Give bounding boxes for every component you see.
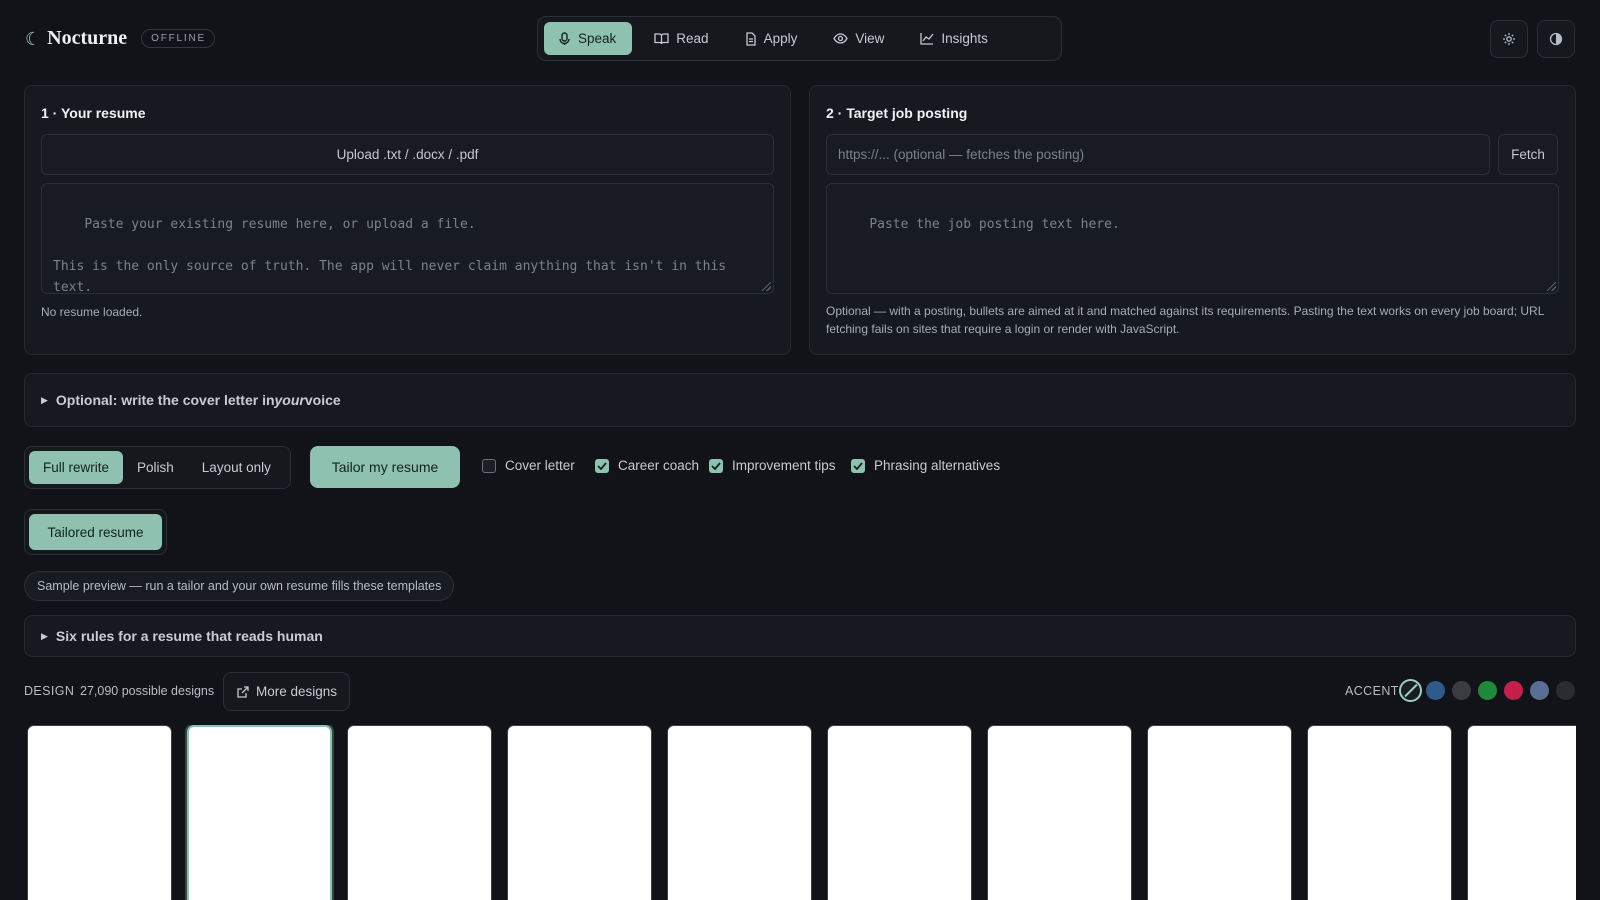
gear-icon xyxy=(1503,33,1515,45)
design-templates xyxy=(26,725,1576,900)
accent-swatch[interactable] xyxy=(1426,681,1445,700)
mode-full-rewrite[interactable]: Full rewrite xyxy=(29,451,124,484)
nav-apply[interactable]: Apply xyxy=(731,22,812,55)
mode-polish[interactable]: Polish xyxy=(123,451,188,484)
more-designs-button[interactable]: More designs xyxy=(223,672,350,711)
resize-handle[interactable] xyxy=(762,282,771,291)
six-rules-toggle[interactable]: ▶ Six rules for a resume that reads huma… xyxy=(24,615,1576,657)
improvement-tips-checkbox[interactable]: Improvement tips xyxy=(709,458,836,473)
sample-preview-note: Sample preview — run a tailor and your o… xyxy=(24,571,455,601)
shuffle-icon xyxy=(237,685,249,698)
nav-apply-label: Apply xyxy=(763,31,798,46)
design-template-thumbnail[interactable] xyxy=(347,725,492,900)
design-template-thumbnail[interactable] xyxy=(827,725,972,900)
mode-layout-only[interactable]: Layout only xyxy=(188,451,285,484)
cover-letter-prefix: Optional: write the cover letter in xyxy=(55,392,275,408)
cover-letter-emphasis: your xyxy=(274,392,305,408)
nav-insights[interactable]: Insights xyxy=(906,22,1002,55)
more-designs-label: More designs xyxy=(255,684,338,699)
cover-letter-voice-toggle[interactable]: ▶ Optional: write the cover letter in yo… xyxy=(24,373,1576,427)
cover-letter-suffix: voice xyxy=(304,392,341,408)
tailor-resume-button[interactable]: Tailor my resume xyxy=(310,446,460,488)
cover-letter-checkbox[interactable]: Cover letter xyxy=(482,458,575,473)
nav-view[interactable]: View xyxy=(819,22,898,55)
upload-resume-button[interactable]: Upload .txt / .docx / .pdf xyxy=(41,134,774,175)
theme-toggle-button[interactable] xyxy=(1537,20,1575,58)
accent-swatch[interactable] xyxy=(1452,681,1471,700)
checkbox-unchecked-icon xyxy=(482,458,496,473)
moon-logo-icon: ☾ xyxy=(25,28,42,49)
design-template-thumbnail[interactable] xyxy=(507,725,652,900)
tab-tailored-resume[interactable]: Tailored resume xyxy=(29,514,162,550)
design-template-thumbnail[interactable] xyxy=(1467,725,1576,900)
accent-label: ACCENT xyxy=(1345,684,1399,698)
checkmark-icon xyxy=(851,458,865,473)
design-label: DESIGN xyxy=(24,684,75,698)
design-template-thumbnail[interactable] xyxy=(187,725,332,900)
accent-swatch[interactable] xyxy=(1556,681,1575,700)
nav-insights-label: Insights xyxy=(941,31,988,46)
design-template-thumbnail[interactable] xyxy=(1307,725,1452,900)
design-template-thumbnail[interactable] xyxy=(1147,725,1292,900)
app-name: Nocturne xyxy=(47,27,128,49)
job-posting-panel: 2 · Target job posting https://... (opti… xyxy=(809,85,1576,355)
app-header: ☾ Nocturne OFFLINE Speak Read Apply View… xyxy=(0,0,1600,78)
career-coach-checkbox[interactable]: Career coach xyxy=(595,458,699,473)
rewrite-mode-group: Full rewrite Polish Layout only xyxy=(24,446,291,489)
accent-swatch[interactable] xyxy=(1530,681,1549,700)
resume-panel-title: 1 · Your resume xyxy=(41,105,146,121)
chart-icon xyxy=(920,33,934,45)
design-count: 27,090 possible designs xyxy=(80,684,215,698)
eye-icon xyxy=(833,33,849,44)
career-coach-checkbox-label: Career coach xyxy=(618,458,700,473)
checkmark-icon xyxy=(709,458,723,473)
job-textarea-placeholder: Paste the job posting text here. xyxy=(869,217,1120,232)
nav-read[interactable]: Read xyxy=(640,22,722,55)
accent-swatch[interactable] xyxy=(1478,681,1497,700)
phrasing-alternatives-checkbox[interactable]: Phrasing alternatives xyxy=(851,458,1000,473)
brand: ☾ Nocturne OFFLINE xyxy=(25,27,215,50)
nav-read-label: Read xyxy=(676,31,709,46)
resume-status: No resume loaded. xyxy=(41,305,143,319)
six-rules-label: Six rules for a resume that reads human xyxy=(55,628,323,644)
phrasing-alternatives-checkbox-label: Phrasing alternatives xyxy=(874,458,1001,473)
checkmark-icon xyxy=(595,458,609,473)
resize-handle[interactable] xyxy=(1547,282,1556,291)
resume-textarea-placeholder: Paste your existing resume here, or uplo… xyxy=(53,217,727,295)
job-posting-textarea[interactable]: Paste the job posting text here. xyxy=(826,183,1559,294)
result-tabs: Tailored resume xyxy=(24,509,167,555)
job-posting-hint: Optional — with a posting, bullets are a… xyxy=(826,304,1544,336)
main-nav: Speak Read Apply View Insights xyxy=(537,16,1062,61)
offline-badge: OFFLINE xyxy=(141,29,215,48)
accent-swatch[interactable] xyxy=(1504,681,1523,700)
fetch-button[interactable]: Fetch xyxy=(1498,134,1558,175)
book-icon xyxy=(654,33,669,45)
job-panel-title: 2 · Target job posting xyxy=(826,105,968,121)
job-url-placeholder: https://... (optional — fetches the post… xyxy=(838,147,1085,162)
settings-button[interactable] xyxy=(1490,20,1528,58)
expand-triangle-icon: ▶ xyxy=(41,630,48,641)
improvement-tips-checkbox-label: Improvement tips xyxy=(732,458,836,473)
resume-textarea[interactable]: Paste your existing resume here, or uplo… xyxy=(41,183,774,295)
design-template-thumbnail[interactable] xyxy=(27,725,172,900)
expand-triangle-icon: ▶ xyxy=(41,394,48,405)
design-template-thumbnail[interactable] xyxy=(987,725,1132,900)
document-icon xyxy=(745,31,756,46)
contrast-icon xyxy=(1549,32,1563,46)
nav-speak-label: Speak xyxy=(578,31,617,46)
job-url-input[interactable]: https://... (optional — fetches the post… xyxy=(826,134,1490,175)
design-template-thumbnail[interactable] xyxy=(667,725,812,900)
microphone-icon xyxy=(559,31,570,45)
cover-letter-checkbox-label: Cover letter xyxy=(505,458,575,473)
nav-speak[interactable]: Speak xyxy=(544,22,633,55)
resume-panel: 1 · Your resume Upload .txt / .docx / .p… xyxy=(24,85,791,355)
accent-none-swatch[interactable] xyxy=(1399,679,1422,702)
nav-view-label: View xyxy=(855,31,885,46)
